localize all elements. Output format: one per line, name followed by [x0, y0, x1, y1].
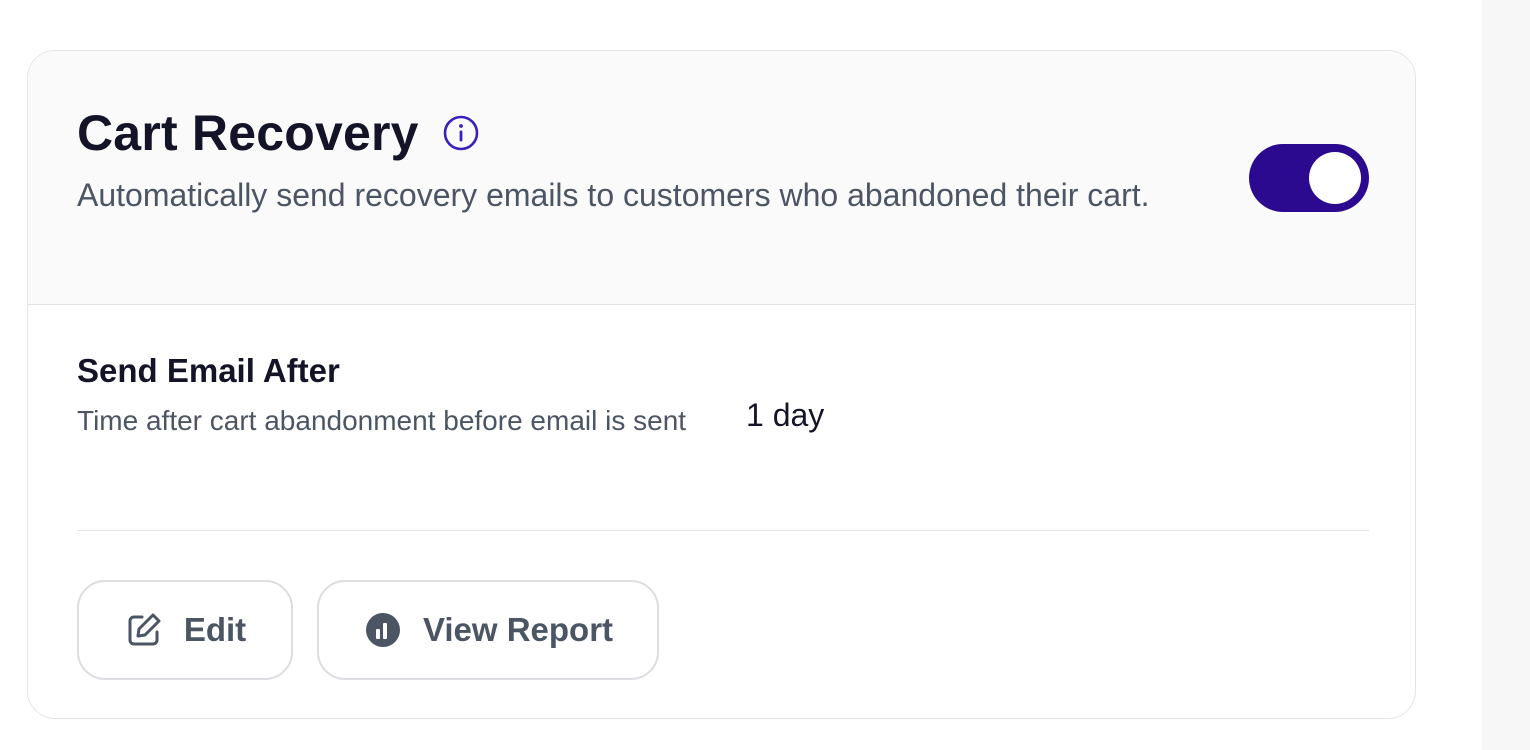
divider	[77, 530, 1369, 531]
setting-label: Send Email After	[77, 352, 340, 389]
view-report-button[interactable]: View Report	[317, 580, 659, 680]
chart-pie-icon	[363, 610, 403, 650]
setting-value: 1 day	[746, 397, 825, 433]
toggle-knob	[1309, 152, 1361, 204]
info-icon[interactable]	[443, 115, 479, 151]
cart-recovery-card: Cart Recovery Automatically send recover…	[27, 50, 1416, 719]
view-report-button-label: View Report	[422, 611, 614, 648]
cart-recovery-toggle[interactable]	[1249, 144, 1369, 212]
edit-button-label: Edit	[183, 611, 247, 648]
title-row: Cart Recovery	[77, 103, 479, 163]
pencil-square-icon	[124, 610, 164, 650]
right-panel-edge	[1482, 0, 1530, 750]
card-description: Automatically send recovery emails to cu…	[77, 177, 1150, 213]
card-title: Cart Recovery	[77, 105, 419, 161]
edit-button[interactable]: Edit	[77, 580, 293, 680]
card-header: Cart Recovery Automatically send recover…	[28, 51, 1415, 305]
setting-description: Time after cart abandonment before email…	[77, 405, 687, 436]
